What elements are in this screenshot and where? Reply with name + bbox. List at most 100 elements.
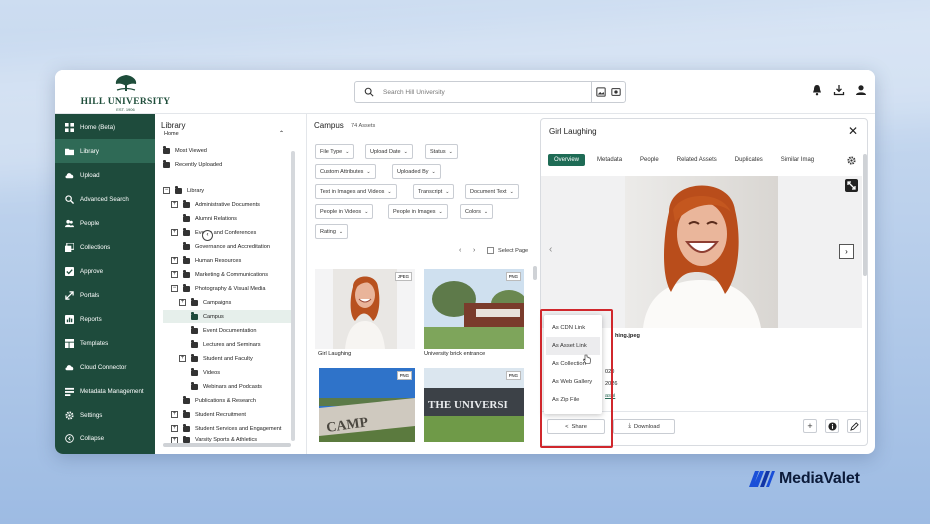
chevron-up-icon[interactable]: ⌃	[279, 130, 284, 137]
sidebar-item-library[interactable]: Library	[55, 139, 155, 163]
sidebar-item-approve[interactable]: Approve	[55, 259, 155, 283]
filter-transcript[interactable]: Transcript ⌄	[413, 184, 455, 199]
filter-people-in-images[interactable]: People in Images ⌄	[388, 204, 448, 219]
tree-item[interactable]: Webinars and Podcasts	[191, 380, 262, 393]
tree-item[interactable]: + Human Resources	[171, 254, 241, 267]
tree-scrollbar-horizontal[interactable]	[163, 443, 291, 447]
info-icon[interactable]	[825, 419, 839, 433]
filter-people-in-videos[interactable]: People in Videos ⌄	[315, 204, 374, 219]
expand-toggle[interactable]: +	[171, 257, 178, 264]
tree-item[interactable]: + Events and Conferences	[171, 226, 256, 239]
sidebar-item-advanced-search[interactable]: Advanced Search	[55, 187, 155, 211]
filter-file-type[interactable]: File Type ⌄	[315, 144, 355, 159]
tree-item[interactable]: + Administrative Documents	[171, 198, 260, 211]
search-bar[interactable]: Search Hill University	[354, 81, 626, 103]
sidebar-item-upload[interactable]: Upload	[55, 163, 155, 187]
expand-toggle[interactable]: +	[171, 229, 178, 236]
filter-custom-attributes[interactable]: Custom Attributes ⌄	[315, 164, 376, 179]
expand-toggle[interactable]: +	[171, 411, 178, 418]
collapse-toggle[interactable]: −	[163, 187, 170, 194]
tree-scrollbar[interactable]	[291, 151, 295, 441]
sidebar-item-metadata-management[interactable]: Metadata Management	[55, 379, 155, 403]
tree-item[interactable]: + Student Recruitment	[171, 408, 246, 421]
previous-page-icon[interactable]: ‹	[459, 247, 461, 254]
expand-toggle[interactable]: +	[179, 355, 186, 362]
tree-item-campus[interactable]: Campus	[163, 310, 291, 323]
filter-text-in-images[interactable]: Text in Images and Videos ⌄	[315, 184, 397, 199]
tree-breadcrumb[interactable]: Home	[164, 131, 179, 137]
asset-card-campus-sign[interactable]: CAMP PNG	[319, 368, 415, 442]
add-icon[interactable]: +	[803, 419, 817, 433]
expand-toggle[interactable]: +	[171, 271, 178, 278]
bell-icon[interactable]	[811, 84, 823, 96]
search-input[interactable]: Search Hill University	[383, 89, 591, 96]
chevron-down-icon: ⌄	[366, 168, 371, 175]
tab-overview[interactable]: Overview	[548, 154, 586, 166]
close-icon[interactable]: ✕	[848, 124, 858, 138]
sidebar-item-cloud-connector[interactable]: Cloud Connector	[55, 355, 155, 379]
university-logo[interactable]: HILL UNIVERSITY EST. 1906	[73, 74, 178, 112]
expand-toggle[interactable]: +	[179, 299, 186, 306]
tree-item-most-viewed[interactable]: Most Viewed	[163, 144, 207, 157]
download-button[interactable]: ⤓ Download	[613, 419, 675, 434]
sidebar-item-home[interactable]: Home (Beta)	[55, 115, 155, 139]
tree-item[interactable]: − Library	[163, 184, 204, 197]
sidebar-item-people[interactable]: People	[55, 211, 155, 235]
tree-item[interactable]: + Student and Faculty	[179, 352, 253, 365]
tree-item[interactable]: Governance and Accreditation	[183, 240, 270, 253]
sidebar-item-settings[interactable]: Settings	[55, 403, 155, 427]
select-page-checkbox[interactable]: Select Page	[487, 247, 528, 254]
image-search-icon[interactable]	[596, 87, 606, 97]
previous-asset-icon[interactable]: ‹	[549, 244, 552, 255]
tree-item[interactable]: Event Documentation	[191, 324, 256, 337]
asset-card-university-sign[interactable]: THE UNIVERSI PNG	[424, 368, 524, 442]
filter-status[interactable]: Status ⌄	[425, 144, 458, 159]
tree-item[interactable]: − Photography & Visual Media	[171, 282, 266, 295]
sidebar-collapse-button[interactable]: Collapse	[55, 426, 155, 450]
tree-item-recently-uploaded[interactable]: Recently Uploaded	[163, 158, 222, 171]
tab-metadata[interactable]: Metadata	[591, 154, 628, 166]
tree-item[interactable]: Videos	[191, 366, 220, 379]
gear-icon[interactable]	[847, 156, 856, 165]
tree-item[interactable]: + Marketing & Communications	[171, 268, 268, 281]
asset-scrollbar[interactable]	[533, 266, 537, 280]
filter-upload-date[interactable]: Upload Date ⌄	[365, 144, 413, 159]
tab-related-assets[interactable]: Related Assets	[671, 154, 723, 166]
download-icon[interactable]	[833, 84, 845, 96]
sidebar-item-portals[interactable]: Portals	[55, 283, 155, 307]
visual-search-icon[interactable]	[611, 87, 621, 97]
user-avatar-icon[interactable]	[855, 84, 867, 96]
expand-icon[interactable]	[845, 179, 858, 192]
tab-people[interactable]: People	[634, 154, 665, 166]
tab-duplicates[interactable]: Duplicates	[729, 154, 769, 166]
detail-scrollbar[interactable]	[863, 154, 867, 276]
expand-toggle[interactable]: +	[171, 425, 178, 432]
asset-card-girl-laughing[interactable]: JPEG	[315, 269, 415, 349]
tree-item[interactable]: + Student Services and Engagement	[171, 422, 291, 435]
asset-caption[interactable]: Girl Laughing	[318, 351, 351, 357]
filter-document-text[interactable]: Document Text ⌄	[465, 184, 519, 199]
next-asset-icon[interactable]: ›	[839, 244, 854, 259]
detail-tabs: Overview Metadata People Related Assets …	[548, 154, 826, 166]
tree-item[interactable]: + Campaigns	[179, 296, 231, 309]
asset-card-brick-entrance[interactable]: PNG	[424, 269, 527, 349]
tab-similar-images[interactable]: Similar Imag	[775, 154, 820, 166]
collapse-toggle[interactable]: −	[171, 285, 178, 292]
asset-preview-image[interactable]	[625, 176, 778, 328]
sidebar-item-collections[interactable]: Collections	[55, 235, 155, 259]
tree-item[interactable]: Publications & Research	[183, 394, 256, 407]
filter-uploaded-by[interactable]: Uploaded By ⌄	[392, 164, 441, 179]
edit-icon[interactable]	[847, 419, 861, 433]
collapse-tree-button[interactable]: ‹	[202, 230, 213, 241]
tree-item[interactable]: Alumni Relations	[183, 212, 237, 225]
sidebar-item-reports[interactable]: Reports	[55, 307, 155, 331]
asset-caption[interactable]: University brick entrance	[424, 351, 485, 357]
expand-toggle[interactable]: +	[171, 201, 178, 208]
next-page-icon[interactable]: ›	[473, 247, 475, 254]
folder-icon	[191, 326, 198, 334]
filter-rating[interactable]: Rating ⌄	[315, 224, 349, 239]
filter-colors[interactable]: Colors ⌄	[460, 204, 494, 219]
tree-item[interactable]: Lectures and Seminars	[191, 338, 261, 351]
filter-label: Transcript	[418, 188, 443, 195]
sidebar-item-templates[interactable]: Templates	[55, 331, 155, 355]
